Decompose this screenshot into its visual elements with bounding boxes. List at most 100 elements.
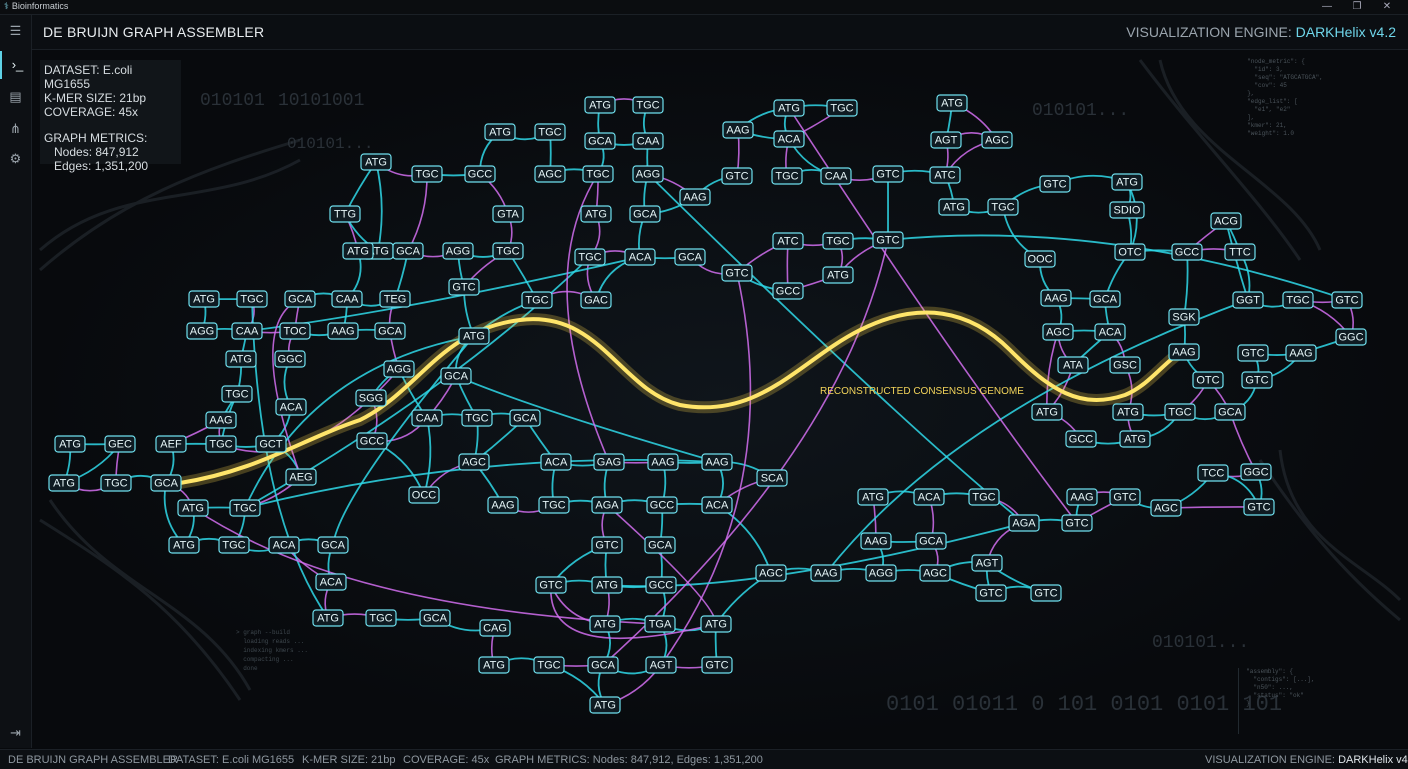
kmer-node[interactable]: GTC [1110, 489, 1140, 505]
kmer-node[interactable]: GAG [594, 454, 624, 470]
close-button[interactable]: ✕ [1372, 0, 1402, 14]
kmer-node[interactable]: GTC [702, 657, 732, 673]
kmer-node[interactable]: AGA [592, 497, 622, 513]
exit-icon[interactable]: ⇥ [0, 719, 31, 747]
kmer-node[interactable]: GGT [1233, 292, 1263, 308]
kmer-node[interactable]: OTC [1193, 372, 1223, 388]
kmer-node[interactable]: GCT [256, 436, 286, 452]
kmer-node[interactable]: AEF [156, 436, 186, 452]
kmer-node[interactable]: AAG [206, 412, 236, 428]
kmer-node[interactable]: ATG [343, 243, 373, 259]
kmer-node[interactable]: GTC [976, 585, 1006, 601]
kmer-node[interactable]: TGC [230, 500, 260, 516]
menu-icon[interactable]: ☰ [0, 17, 31, 45]
kmer-node[interactable]: OCC [409, 487, 439, 503]
kmer-node[interactable]: AGT [972, 555, 1002, 571]
kmer-node[interactable]: GGC [275, 351, 305, 367]
kmer-node[interactable]: AAG [811, 565, 841, 581]
kmer-node[interactable]: GCA [675, 249, 705, 265]
kmer-node[interactable]: GTC [1031, 585, 1061, 601]
kmer-node[interactable]: ATC [773, 233, 803, 249]
kmer-node[interactable]: GCA [375, 323, 405, 339]
kmer-node[interactable]: AGC [920, 565, 950, 581]
kmer-node[interactable]: ATG [1112, 174, 1142, 190]
kmer-node[interactable]: AGT [931, 132, 961, 148]
kmer-node[interactable]: GTC [722, 265, 752, 281]
kmer-node[interactable]: AAG [1169, 344, 1199, 360]
kmer-node[interactable]: GCA [151, 475, 181, 491]
kmer-node[interactable]: GCA [916, 533, 946, 549]
kmer-node[interactable]: GGC [1336, 329, 1366, 345]
kmer-node[interactable]: SDIO [1110, 202, 1144, 218]
kmer-node[interactable]: GTC [873, 232, 903, 248]
kmer-node[interactable]: ATG [313, 610, 343, 626]
kmer-node[interactable]: TEG [380, 291, 410, 307]
kmer-node[interactable]: ATG [1120, 431, 1150, 447]
kmer-node[interactable]: ATG [858, 489, 888, 505]
kmer-node[interactable]: TTG [330, 206, 360, 222]
kmer-node[interactable]: AGC [756, 565, 786, 581]
kmer-node[interactable]: CAA [332, 291, 362, 307]
kmer-node[interactable]: ATA [1058, 357, 1088, 373]
kmer-node[interactable]: GTC [1238, 345, 1268, 361]
kmer-node[interactable]: GTC [449, 279, 479, 295]
kmer-node[interactable]: AGA [1009, 515, 1039, 531]
kmer-node[interactable]: ACA [1095, 324, 1125, 340]
kmer-node[interactable]: TGC [237, 291, 267, 307]
kmer-node[interactable]: ATG [1113, 404, 1143, 420]
kmer-node[interactable]: ACA [541, 454, 571, 470]
kmer-node[interactable]: ATG [189, 291, 219, 307]
kmer-node[interactable]: AAG [702, 454, 732, 470]
kmer-node[interactable]: GCC [465, 166, 495, 182]
kmer-node[interactable]: AAG [1286, 345, 1316, 361]
kmer-node[interactable]: ATG [581, 206, 611, 222]
kmer-node[interactable]: AAG [1041, 290, 1071, 306]
kmer-node[interactable]: GTC [1242, 372, 1272, 388]
kmer-node[interactable]: TGC [583, 166, 613, 182]
kmer-node[interactable]: TGC [988, 199, 1018, 215]
kmer-node[interactable]: ATC [930, 167, 960, 183]
kmer-node[interactable]: ATG [479, 657, 509, 673]
kmer-node[interactable]: GCA [588, 657, 618, 673]
kmer-node[interactable]: TGC [534, 657, 564, 673]
kmer-node[interactable]: ATG [937, 95, 967, 111]
kmer-node[interactable]: ACA [269, 537, 299, 553]
kmer-node[interactable]: OOC [1025, 251, 1055, 267]
kmer-node[interactable]: TGC [633, 97, 663, 113]
kmer-node[interactable]: AGG [866, 565, 896, 581]
kmer-node[interactable]: GTA [493, 206, 523, 222]
kmer-node[interactable]: CAA [633, 133, 663, 149]
kmer-node[interactable]: AAG [1067, 489, 1097, 505]
kmer-node[interactable]: ATG [590, 697, 620, 713]
kmer-node[interactable]: GAC [581, 292, 611, 308]
kmer-node[interactable]: ATG [485, 124, 515, 140]
dataset-icon[interactable]: ▤ [0, 83, 31, 111]
kmer-node[interactable]: TGC [412, 166, 442, 182]
kmer-node[interactable]: GCA [1090, 291, 1120, 307]
kmer-node[interactable]: ATG [823, 267, 853, 283]
kmer-node[interactable]: GTC [722, 168, 752, 184]
kmer-node[interactable]: AAG [648, 454, 678, 470]
kmer-node[interactable]: GTC [1040, 176, 1070, 192]
kmer-node[interactable]: GCC [1172, 244, 1202, 260]
kmer-node[interactable]: GCA [318, 537, 348, 553]
kmer-node[interactable]: GCC [647, 497, 677, 513]
kmer-node[interactable]: SGK [1169, 309, 1199, 325]
restore-button[interactable]: ❐ [1342, 0, 1372, 14]
kmer-node[interactable]: GEC [105, 436, 135, 452]
kmer-node[interactable]: AGC [459, 454, 489, 470]
kmer-node[interactable]: SCA [757, 470, 787, 486]
kmer-node[interactable]: TGC [539, 497, 569, 513]
kmer-node[interactable]: TGA [645, 616, 675, 632]
kmer-node[interactable]: CAG [480, 620, 510, 636]
kmer-node[interactable]: TGC [101, 475, 131, 491]
terminal-icon[interactable]: ›_ [0, 51, 33, 79]
kmer-node[interactable]: GTC [536, 577, 566, 593]
settings-icon[interactable]: ⚙ [0, 145, 31, 173]
kmer-node[interactable]: TGC [206, 436, 236, 452]
kmer-node[interactable]: GCA [585, 133, 615, 149]
kmer-node[interactable]: ACA [316, 574, 346, 590]
kmer-node[interactable]: AEG [286, 469, 316, 485]
kmer-node[interactable]: ATG [590, 616, 620, 632]
kmer-node[interactable]: AAG [328, 323, 358, 339]
